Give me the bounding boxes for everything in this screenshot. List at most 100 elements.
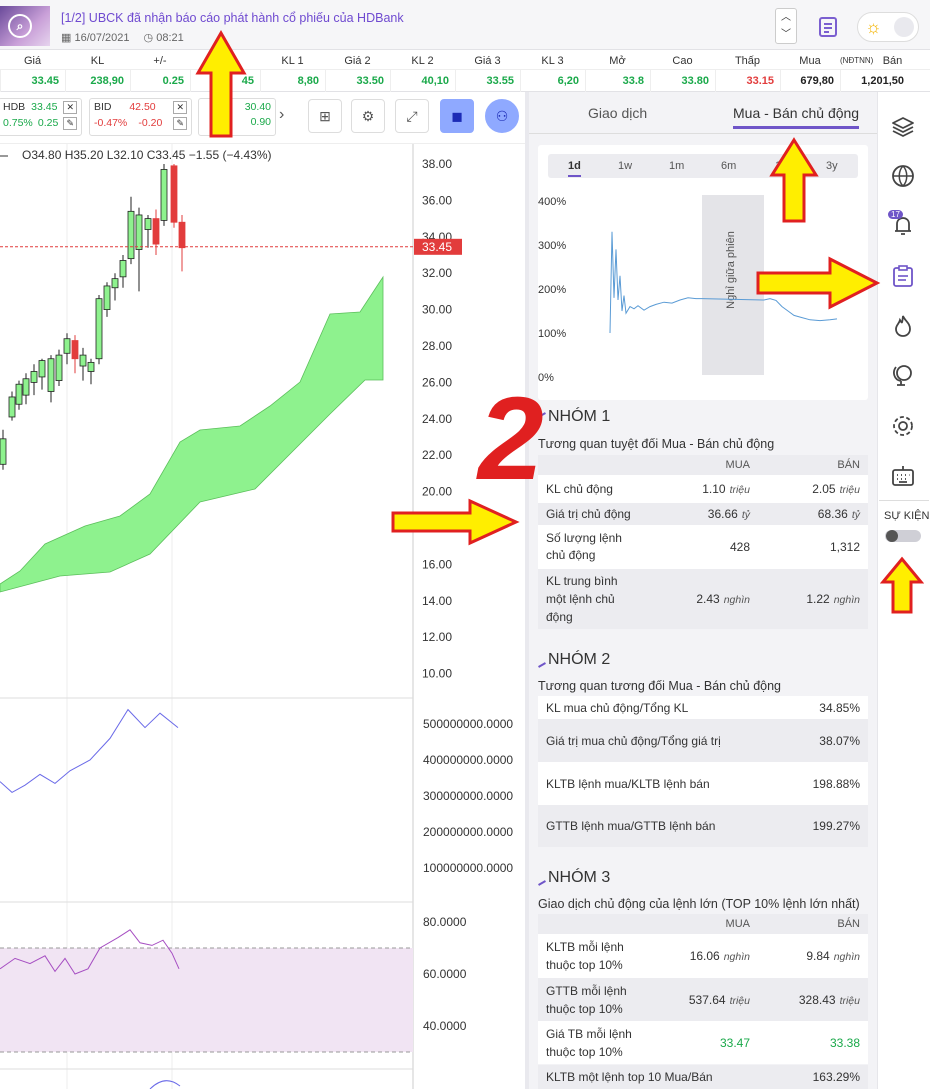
panel-tabs: Giao dịch Mua - Bán chủ động xyxy=(529,92,877,134)
gear-icon[interactable] xyxy=(890,413,916,439)
candle xyxy=(87,361,95,372)
world-stand-icon[interactable] xyxy=(890,362,916,388)
fire-icon[interactable] xyxy=(890,313,916,339)
quote-header-cell: KL 2 xyxy=(411,55,434,67)
chevron-down-icon[interactable]: ﹀ xyxy=(776,26,796,43)
sell-value: 9.84 nghìn xyxy=(758,934,868,978)
toggle-knob xyxy=(886,530,898,542)
row-label: Giá trị chủ động xyxy=(538,503,648,525)
table-row: KLTB lệnh mua/KLTB lệnh bán 198.88% xyxy=(538,762,868,805)
price-axis-label: 12.00 xyxy=(422,630,452,644)
chevron-up-icon[interactable]: ︿ xyxy=(776,9,796,26)
sell-value: 33.38 xyxy=(758,1021,868,1064)
group3-table: MUA BÁN KLTB mỗi lệnh thuộc top 10% 16.06 n… xyxy=(538,914,868,1064)
edit-icon[interactable]: ✎ xyxy=(173,117,187,130)
close-icon[interactable]: ✕ xyxy=(173,101,187,114)
row-label: KLTB mỗi lệnh thuộc top 10% xyxy=(538,934,648,978)
candle xyxy=(95,298,103,360)
ticker-pct: -0.47% xyxy=(94,117,128,129)
keyboard-icon[interactable] xyxy=(890,463,916,489)
volume-axis-label: 100000000.0000 xyxy=(423,861,513,875)
group1-subtitle: Tương quan tuyệt đối Mua - Bán chủ động xyxy=(538,437,775,451)
buy-value: 537.64 triệu xyxy=(648,978,758,1021)
edit-icon[interactable]: ✎ xyxy=(63,117,77,130)
sell-value: 68.36 tỷ xyxy=(758,503,868,525)
chart-canvas[interactable]: 38.0036.0034.0032.0030.0028.0026.0024.00… xyxy=(0,144,525,1089)
period-6m[interactable]: 6m xyxy=(721,160,736,172)
clipboard-icon[interactable] xyxy=(890,263,916,289)
news-thumbnail[interactable]: ⌕ xyxy=(0,6,50,46)
price-axis-label: 16.00 xyxy=(422,557,452,571)
candle xyxy=(119,260,127,278)
quote-header-cell: Mở xyxy=(609,55,626,67)
close-icon[interactable]: ✕ xyxy=(63,101,77,114)
fullscreen-button[interactable]: ⤢ xyxy=(395,99,429,133)
col-buy-header: MUA xyxy=(648,455,758,475)
period-1w[interactable]: 1w xyxy=(618,160,632,172)
candle xyxy=(79,354,87,367)
theme-toggle[interactable]: ☼ xyxy=(857,12,919,42)
table-header-blank xyxy=(538,455,648,475)
col-buy-header: MUA xyxy=(648,914,758,934)
price-axis-label: 14.00 xyxy=(422,594,452,608)
ohlc-readout: O34.80 H35.20 L32.10 C33.45 −1.55 (−4.43… xyxy=(0,148,272,162)
volume-axis-label: 300000000.0000 xyxy=(423,789,513,803)
note-icon[interactable] xyxy=(817,16,839,38)
quote-value-cell: 33.8 xyxy=(622,75,644,87)
quote-header-cell: Bán xyxy=(882,55,903,67)
row-label: Số lượng lệnh chủ động xyxy=(538,525,648,569)
price-axis-label: 32.00 xyxy=(422,266,452,280)
quote-header-cell: Thấp xyxy=(734,55,761,67)
share-button[interactable]: ⚇ xyxy=(485,99,519,133)
quote-header-cell: KL xyxy=(90,55,105,67)
period-1d[interactable]: 1d xyxy=(568,160,581,177)
candle xyxy=(135,214,143,250)
collapse-icon[interactable] xyxy=(0,154,8,157)
row-label: Giá TB mỗi lệnh thuộc top 10% xyxy=(538,1021,648,1064)
buy-value: 2.43 nghìn xyxy=(648,569,758,629)
buy-value: 428 xyxy=(648,525,758,569)
row-label: Giá trị mua chủ động/Tổng giá trị xyxy=(538,719,778,762)
event-toggle[interactable] xyxy=(885,530,921,542)
quote-value-cell: 0.25 xyxy=(162,75,184,87)
annotation-number: 2 xyxy=(478,373,544,505)
quote-value-cell: 8,80 xyxy=(297,75,319,87)
price-chart[interactable]: 38.00 36.00 34.00 32.00 30.00 28.00 26.00 24.00… xyxy=(0,144,525,1089)
row-label: KL trung bình một lệnh chủ động xyxy=(538,569,648,629)
candle xyxy=(178,221,186,249)
ticker-price: 33.45 xyxy=(31,101,58,113)
ticker-card-hdb[interactable]: HDB 33.45 ✕ 0.75% 0.25 ✎ xyxy=(0,98,82,136)
tab-giao-dich[interactable]: Giao dịch xyxy=(588,105,647,121)
candle xyxy=(63,338,71,354)
sun-icon: ☼ xyxy=(865,17,882,37)
globe-icon[interactable] xyxy=(890,163,916,189)
period-1m[interactable]: 1m xyxy=(669,160,684,172)
arrow-right-annotation xyxy=(756,256,881,310)
last-price-label: 33.45 xyxy=(422,240,452,254)
chart-settings-button[interactable]: ⚙ xyxy=(351,99,385,133)
news-title[interactable]: [1/2] UBCK đã nhận báo cáo phát hành cổ … xyxy=(61,11,404,25)
ticker-card-bid[interactable]: BID 42.50 ✕ -0.47% -0.20 ✎ xyxy=(89,98,192,136)
gear-icon: ⚙ xyxy=(361,108,375,124)
tab-mua-ban-chu-dong[interactable]: Mua - Bán chủ động xyxy=(733,105,860,129)
table-row: Giá trị chủ động 36.66 tỷ 68.36 tỷ xyxy=(538,503,868,525)
rsi-band xyxy=(0,948,413,1052)
news-stepper[interactable]: ︿ ﹀ xyxy=(775,8,797,44)
chevron-right-icon[interactable]: › xyxy=(279,106,284,124)
layout-grid-button[interactable]: ⊞ xyxy=(308,99,342,133)
period-3y[interactable]: 3y xyxy=(826,160,838,172)
volume-axis-label: 200000000.0000 xyxy=(423,825,513,839)
group3-extra-table: KLTB một lệnh top 10 Mua/Bán 163.29% xyxy=(538,1065,868,1089)
candle xyxy=(103,285,111,311)
group1-table: MUA BÁN KL chủ động 1.10 triệu 2.05 triệu Giá… xyxy=(538,455,868,629)
record-button[interactable]: ◼ xyxy=(440,99,474,133)
table-row: KLTB mỗi lệnh thuộc top 10% 16.06 nghìn 9.8… xyxy=(538,934,868,978)
calendar-icon: ▦ xyxy=(61,32,72,44)
price-axis-label: 22.00 xyxy=(422,448,452,462)
quote-header-cell: (NĐTNN) xyxy=(840,56,874,65)
search-icon[interactable]: ⌕ xyxy=(8,14,32,38)
sidebar-divider xyxy=(879,500,929,501)
layers-icon[interactable] xyxy=(890,114,916,140)
price-axis-label: 20.00 xyxy=(422,485,452,499)
candle xyxy=(8,396,16,418)
